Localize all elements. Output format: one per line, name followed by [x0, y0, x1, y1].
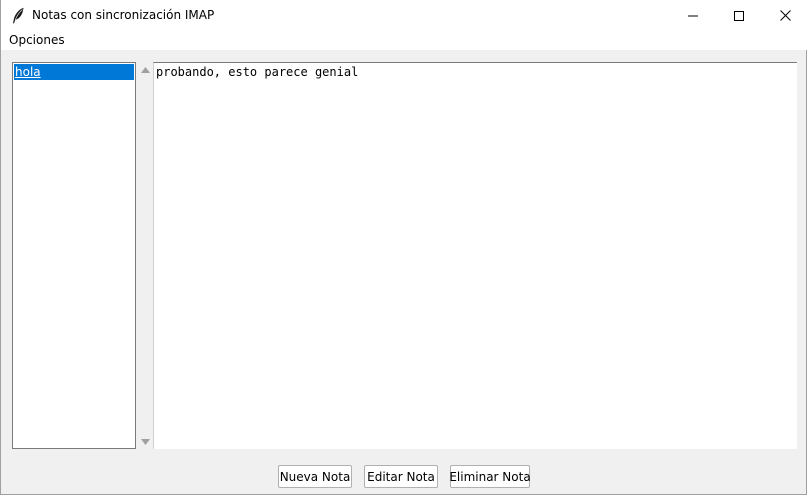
- note-text-area[interactable]: probando, esto parece genial: [153, 62, 797, 449]
- close-icon: [779, 10, 791, 21]
- triangle-down-icon: [141, 438, 150, 445]
- close-button[interactable]: [762, 0, 807, 31]
- menu-bar: Opciones: [1, 31, 807, 50]
- new-note-button[interactable]: Nueva Nota: [278, 465, 352, 488]
- list-item[interactable]: hola: [14, 64, 134, 80]
- triangle-up-icon: [141, 66, 150, 73]
- scroll-down-button[interactable]: [138, 434, 153, 449]
- minimize-icon: [688, 15, 698, 16]
- minimize-button[interactable]: [670, 0, 716, 31]
- menu-opciones[interactable]: Opciones: [9, 33, 65, 47]
- edit-note-button[interactable]: Editar Nota: [364, 465, 438, 488]
- scroll-up-button[interactable]: [138, 62, 153, 77]
- note-content: probando, esto parece genial: [156, 65, 359, 79]
- title-bar[interactable]: Notas con sincronización IMAP: [1, 0, 807, 31]
- app-window: Notas con sincronización IMAP Opciones h…: [0, 0, 807, 495]
- delete-note-button[interactable]: Eliminar Nota: [449, 465, 531, 488]
- maximize-icon: [734, 10, 744, 21]
- notes-listbox[interactable]: hola: [12, 62, 136, 449]
- maximize-button[interactable]: [716, 0, 762, 31]
- vertical-scrollbar[interactable]: [138, 62, 153, 449]
- window-title: Notas con sincronización IMAP: [32, 8, 215, 22]
- feather-icon: [13, 7, 24, 24]
